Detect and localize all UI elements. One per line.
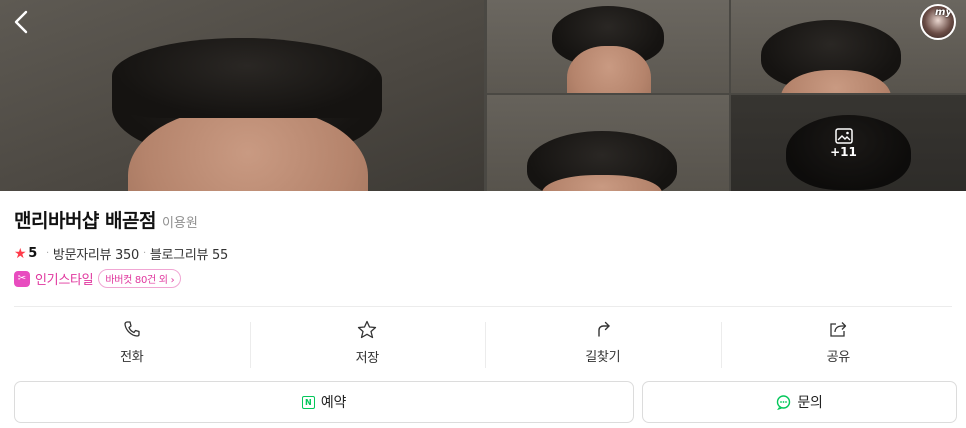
scissors-icon: ✂: [14, 270, 30, 287]
place-category: 이용원: [161, 216, 198, 231]
save-button[interactable]: 저장: [249, 318, 486, 370]
star-icon: ★: [14, 245, 27, 262]
reserve-button[interactable]: N 예약: [14, 381, 634, 423]
visitor-reviews-link[interactable]: 방문자리뷰 350: [53, 244, 139, 263]
my-profile-button[interactable]: my: [920, 4, 956, 40]
image-icon: [834, 127, 853, 144]
divider: [14, 306, 952, 307]
inquiry-label: 문의: [797, 395, 823, 411]
rating-value: 5: [28, 246, 38, 261]
naver-booking-icon: N: [301, 395, 315, 409]
reserve-label: 예약: [320, 395, 347, 411]
call-label: 전화: [120, 350, 144, 365]
inquiry-button[interactable]: 문의: [642, 381, 957, 423]
star-outline-icon: [358, 320, 377, 339]
more-photos-count: +11: [830, 144, 857, 159]
call-button[interactable]: 전화: [14, 318, 250, 370]
directions-icon: [598, 321, 610, 337]
save-label: 저장: [355, 351, 380, 366]
phone-icon: [124, 321, 140, 337]
photo-gallery: +11 my: [0, 0, 966, 191]
my-badge: my: [935, 7, 952, 18]
popular-style-row: ✂ 인기스타일 바버컷 80건 외 ›: [14, 269, 182, 288]
place-name: 맨리바버샵 배곧점: [14, 210, 156, 232]
separator: ·: [142, 248, 146, 259]
share-button[interactable]: 공유: [720, 318, 957, 370]
action-bar: 전화 저장 길찾기 공유: [14, 318, 956, 370]
directions-label: 길찾기: [585, 350, 621, 365]
directions-button[interactable]: 길찾기: [485, 318, 721, 370]
popular-style-label[interactable]: 인기스타일: [35, 269, 94, 288]
chevron-left-icon: [14, 10, 28, 34]
blog-reviews-link[interactable]: 블로그리뷰 55: [150, 244, 228, 263]
popular-style-chip[interactable]: 바버컷 80건 외 ›: [98, 269, 182, 288]
gallery-photo[interactable]: [487, 0, 729, 93]
share-label: 공유: [826, 350, 851, 365]
more-photos-button[interactable]: +11: [731, 95, 966, 191]
back-button[interactable]: [10, 8, 34, 36]
chat-bubble-icon: [777, 394, 791, 410]
main-photo[interactable]: [0, 0, 484, 191]
separator: ·: [46, 248, 49, 259]
share-icon: [830, 322, 847, 337]
rating-row: ★ 5 · 방문자리뷰 350 · 블로그리뷰 55: [14, 244, 228, 264]
title-row: 맨리바버샵 배곧점 이용원: [14, 206, 198, 233]
gallery-photo[interactable]: [487, 95, 729, 191]
